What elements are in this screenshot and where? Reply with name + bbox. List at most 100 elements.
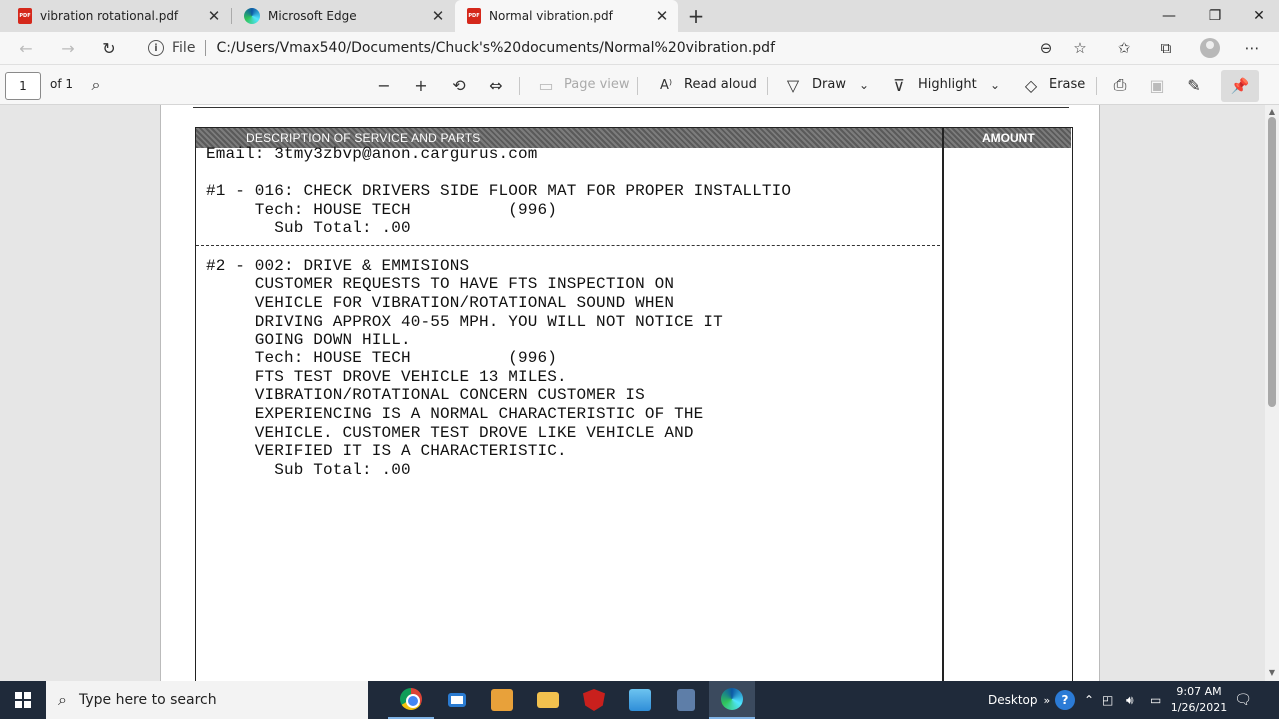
info-icon[interactable]: i: [148, 40, 164, 56]
amount-header: AMOUNT: [982, 131, 1035, 145]
favorites-icon[interactable]: ✩: [1110, 36, 1138, 60]
service-line: CUSTOMER REQUESTS TO HAVE FTS INSPECTION…: [206, 275, 675, 293]
show-hidden-icons[interactable]: ⌃: [1084, 681, 1094, 719]
notification-icon[interactable]: 🗨︎: [1232, 689, 1254, 711]
refresh-button[interactable]: ↻: [95, 36, 123, 60]
read-aloud-icon[interactable]: A⁾: [655, 74, 677, 96]
scroll-up-icon[interactable]: ▲: [1267, 107, 1277, 117]
taskbar-photos[interactable]: [617, 681, 663, 719]
print-icon[interactable]: ⎙: [1109, 74, 1131, 96]
profile-button[interactable]: [1196, 36, 1224, 60]
zoom-out-icon[interactable]: −: [373, 74, 395, 96]
email-line: Email: 3tmy3zbvp@anon.cargurus.com: [206, 145, 538, 163]
taskbar-search[interactable]: ⌕ Type here to search: [46, 681, 368, 719]
address-bar-row: ← → ↻ i File C:/Users/Vmax540/Documents/…: [0, 32, 1279, 64]
battery-icon: ▭: [1150, 693, 1162, 707]
taskbar: ⌕ Type here to search Desktop» ? ⌃ ◰ 🔊︎ …: [0, 681, 1279, 719]
battery-tray[interactable]: ▭: [1150, 681, 1161, 719]
draw-icon[interactable]: ▽: [782, 74, 804, 96]
pin-toolbar-button[interactable]: 📌: [1221, 70, 1259, 102]
erase-button[interactable]: Erase: [1049, 77, 1085, 92]
tab-title: Normal vibration.pdf: [489, 9, 613, 23]
close-icon[interactable]: ✕: [430, 7, 446, 25]
vertical-scrollbar[interactable]: ▲ ▼: [1265, 105, 1279, 681]
taskbar-edge[interactable]: [709, 681, 755, 719]
rotate-icon[interactable]: ⟲: [448, 74, 470, 96]
address-field[interactable]: i File C:/Users/Vmax540/Documents/Chuck'…: [136, 35, 1096, 61]
speaker-icon: 🔊︎: [1126, 692, 1134, 707]
clock-date: 1/26/2021: [1170, 701, 1228, 714]
service-line: VEHICLE FOR VIBRATION/ROTATIONAL SOUND W…: [206, 294, 675, 312]
windows-icon: [15, 692, 31, 708]
read-aloud-button[interactable]: Read aloud: [684, 77, 757, 92]
clock[interactable]: 9:07 AM 1/26/2021: [1170, 684, 1228, 716]
taskbar-file-explorer[interactable]: [525, 681, 571, 719]
desktop-toolbar[interactable]: Desktop »: [988, 681, 1050, 719]
start-button[interactable]: [0, 681, 46, 719]
minimize-button[interactable]: —: [1146, 0, 1192, 32]
chevron-up-icon: ⌃: [1084, 693, 1095, 707]
service-line: VEHICLE. CUSTOMER TEST DROVE LIKE VEHICL…: [206, 424, 694, 442]
tab-normal-vibration[interactable]: Normal vibration.pdf ✕: [455, 0, 678, 32]
window-icon: [448, 693, 466, 707]
more-options-icon[interactable]: ⋯: [1238, 36, 1266, 60]
taskbar-media[interactable]: [479, 681, 525, 719]
tab-strip: vibration rotational.pdf ✕ Microsoft Edg…: [0, 0, 1279, 32]
help-tray-icon[interactable]: ?: [1055, 681, 1075, 719]
column-divider: [942, 128, 944, 681]
forward-button[interactable]: →: [54, 36, 82, 60]
chevron-down-icon[interactable]: ⌄: [984, 74, 1006, 96]
page-number-input[interactable]: 1: [5, 72, 41, 100]
close-window-button[interactable]: ✕: [1236, 0, 1279, 32]
chevron-icon: »: [1043, 693, 1051, 707]
scrollbar-thumb[interactable]: [1268, 117, 1276, 407]
draw-button[interactable]: Draw: [812, 77, 846, 92]
tab-microsoft-edge[interactable]: Microsoft Edge ✕: [232, 0, 454, 32]
service-line: GOING DOWN HILL.: [206, 331, 411, 349]
search-icon[interactable]: ⌕: [85, 74, 107, 96]
fit-page-icon[interactable]: ⇔: [485, 74, 507, 96]
clock-time: 9:07 AM: [1176, 685, 1222, 698]
divider: [1096, 77, 1097, 95]
tab-vibration-rotational[interactable]: vibration rotational.pdf ✕: [6, 0, 230, 32]
highlight-icon[interactable]: ⊽: [888, 74, 910, 96]
chevron-down-icon[interactable]: ⌄: [853, 74, 875, 96]
divider: [205, 40, 207, 56]
close-icon[interactable]: ✕: [654, 7, 670, 25]
shield-icon: [583, 689, 605, 711]
taskbar-security[interactable]: [571, 681, 617, 719]
service-line: VERIFIED IT IS A CHARACTERISTIC.: [206, 442, 567, 460]
highlight-button[interactable]: Highlight: [918, 77, 977, 92]
save-icon[interactable]: ▣: [1146, 74, 1168, 96]
save-as-icon[interactable]: ✎: [1183, 74, 1205, 96]
service-line: #1 - 016: CHECK DRIVERS SIDE FLOOR MAT F…: [206, 182, 792, 200]
new-tab-button[interactable]: +: [684, 4, 708, 28]
help-icon: ?: [1055, 690, 1075, 710]
scroll-down-icon[interactable]: ▼: [1267, 668, 1277, 678]
service-line: #2 - 002: DRIVE & EMMISIONS: [206, 257, 470, 275]
page-view-button[interactable]: Page view: [564, 77, 630, 92]
avatar: [1200, 38, 1220, 58]
taskbar-chrome[interactable]: [388, 681, 434, 719]
page-top-rule: [193, 105, 1069, 108]
taskbar-calculator[interactable]: [663, 681, 709, 719]
zoom-in-icon[interactable]: +: [410, 74, 432, 96]
network-tray[interactable]: ◰: [1102, 681, 1113, 719]
add-favorite-icon[interactable]: ☆: [1066, 36, 1094, 60]
page-count: of 1: [50, 77, 74, 91]
calculator-icon: [677, 689, 695, 711]
eraser-icon[interactable]: ◇: [1020, 74, 1042, 96]
photos-icon: [629, 689, 651, 711]
pdf-viewer[interactable]: DESCRIPTION OF SERVICE AND PARTS AMOUNT …: [0, 105, 1279, 681]
search-placeholder: Type here to search: [78, 692, 217, 708]
search-icon: ⌕: [58, 690, 67, 709]
taskbar-task-view[interactable]: [434, 681, 480, 719]
back-button[interactable]: ←: [12, 36, 40, 60]
collections-icon[interactable]: ⧉: [1152, 36, 1180, 60]
volume-tray[interactable]: 🔊︎: [1126, 681, 1134, 719]
restore-button[interactable]: ❐: [1192, 0, 1238, 32]
zoom-icon[interactable]: ⊖: [1032, 36, 1060, 60]
close-icon[interactable]: ✕: [206, 7, 222, 25]
page-view-icon[interactable]: ▭: [535, 74, 557, 96]
divider: [519, 77, 520, 95]
